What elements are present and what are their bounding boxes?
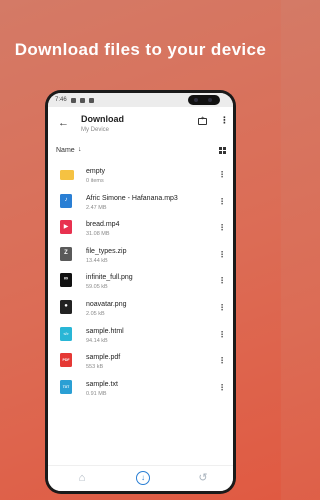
file-name: infinite_full.png (86, 274, 133, 282)
grid-view-icon[interactable] (219, 147, 226, 154)
file-type-glyph: </> (63, 331, 69, 336)
home-icon[interactable]: ⌂ (75, 471, 89, 485)
file-row[interactable]: ♪ Afric Simone - Hafanana.mp3 2.47 MB ⋮ (48, 190, 233, 217)
phone-screen: 7:46 ← Download My Device ⋮ Name ↓ empty… (48, 93, 233, 491)
sort-bar: Name ↓ (48, 141, 233, 161)
page-title: Download (81, 114, 124, 124)
row-more-icon[interactable]: ⋮ (218, 276, 226, 285)
downloads-icon[interactable]: ↓ (136, 471, 150, 485)
file-list: empty 0 items ⋮ ♪ Afric Simone - Hafanana.mp… (48, 163, 233, 402)
file-name: sample.pdf (86, 354, 121, 362)
phone-frame: 7:46 ← Download My Device ⋮ Name ↓ empty… (45, 90, 236, 494)
avatar-thumbnail-icon: ● (60, 299, 72, 314)
file-row[interactable]: Zfile_types.zip 13.44 kB ⋮ (48, 243, 233, 270)
row-more-icon[interactable]: ⋮ (218, 330, 226, 339)
file-row[interactable]: ∞ infinite_full.png 59.05 kB ⋮ (48, 269, 233, 296)
html-file-icon: </> (60, 326, 72, 341)
file-row[interactable]: ▶ bread.mp4 31.08 MB ⋮ (48, 216, 233, 243)
clipboard-status-icon (88, 97, 94, 103)
sort-by-name-button[interactable]: Name (56, 147, 75, 154)
file-type-glyph: TXT (62, 384, 70, 389)
file-name: Afric Simone - Hafanana.mp3 (86, 194, 178, 202)
file-type-glyph: PDF (62, 358, 70, 363)
row-more-icon[interactable]: ⋮ (218, 250, 226, 259)
pdf-file-icon: PDF (60, 353, 72, 368)
text-file-icon: TXT (60, 379, 72, 394)
file-name: file_types.zip (86, 247, 127, 255)
file-type-glyph: ▶ (63, 224, 69, 231)
file-size: 2.47 MB (86, 204, 107, 211)
status-time: 7:46 (55, 97, 67, 103)
page-subtitle: My Device (81, 127, 110, 133)
file-name: sample.txt (86, 380, 118, 388)
file-name: noavatar.png (86, 300, 127, 308)
file-row[interactable]: empty 0 items ⋮ (48, 163, 233, 190)
file-type-glyph: ● (64, 302, 68, 309)
file-size: 2.05 kB (86, 310, 105, 317)
row-more-icon[interactable]: ⋮ (218, 197, 226, 206)
settings-status-icon (70, 97, 76, 103)
camera-cutout (188, 95, 220, 105)
file-size: 13.44 kB (86, 257, 108, 264)
row-more-icon[interactable]: ⋮ (218, 356, 226, 365)
file-name: sample.html (86, 327, 124, 335)
row-more-icon[interactable]: ⋮ (218, 383, 226, 392)
history-icon[interactable]: ↺ (196, 471, 210, 485)
file-type-glyph: ♪ (64, 196, 68, 203)
file-size: 31.08 MB (86, 231, 110, 238)
new-folder-icon[interactable] (198, 116, 207, 125)
file-row[interactable]: ● noavatar.png 2.05 kB ⋮ (48, 296, 233, 323)
file-size: 0.91 MB (86, 390, 107, 397)
app-bar: ← Download My Device ⋮ (48, 107, 233, 141)
row-more-icon[interactable]: ⋮ (218, 303, 226, 312)
row-more-icon[interactable]: ⋮ (218, 223, 226, 232)
bottom-navigation: ⌂ ↓ ↺ (48, 465, 233, 491)
file-name: empty (86, 168, 106, 175)
sync-status-icon (79, 97, 85, 103)
file-type-glyph: Z (64, 249, 68, 256)
file-size: 0 items (86, 178, 104, 184)
file-row[interactable]: PDF sample.pdf 553 kB ⋮ (48, 349, 233, 376)
file-size: 59.05 kB (86, 284, 108, 291)
file-size: 94.14 kB (86, 337, 108, 344)
zip-file-icon: Z (60, 246, 72, 261)
file-row[interactable]: </> sample.html 94.14 kB ⋮ (48, 323, 233, 350)
sort-direction-icon[interactable]: ↓ (78, 146, 82, 153)
file-row[interactable]: TXT sample.txt 0.91 MB ⋮ (48, 376, 233, 403)
file-name: bread.mp4 (86, 221, 120, 229)
promo-headline: Download files to your device (14, 40, 267, 59)
row-more-icon[interactable]: ⋮ (218, 170, 226, 179)
more-options-icon[interactable]: ⋮ (220, 115, 229, 126)
image-thumbnail-icon: ∞ (60, 273, 72, 288)
folder-icon (60, 170, 74, 180)
file-type-glyph: ∞ (63, 276, 69, 283)
file-size: 553 kB (86, 364, 104, 371)
video-file-icon: ▶ (60, 220, 72, 235)
music-file-icon: ♪ (60, 193, 72, 208)
back-arrow-icon[interactable]: ← (58, 117, 69, 129)
